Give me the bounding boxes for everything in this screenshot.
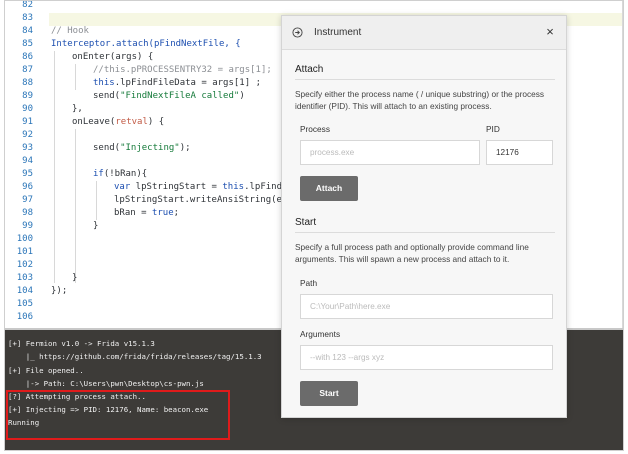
line-number: 87 <box>22 65 33 75</box>
code-line: if(!bRan){ <box>93 169 148 179</box>
line-number: 105 <box>16 299 33 309</box>
code-line: //this.pPROCESSENTRY32 = args[1]; <box>93 65 272 75</box>
code-line: } <box>93 221 99 231</box>
arguments-input[interactable]: --with 123 --args xyz <box>300 345 553 370</box>
line-number: 95 <box>22 169 33 179</box>
section-divider <box>295 79 555 80</box>
line-number: 99 <box>22 221 33 231</box>
indent-guide <box>96 181 97 220</box>
line-number: 86 <box>22 52 33 62</box>
path-label: Path <box>300 278 318 288</box>
line-number: 93 <box>22 143 33 153</box>
section-divider <box>295 232 555 233</box>
arrow-circle-icon <box>292 27 303 38</box>
close-icon[interactable]: × <box>542 24 558 40</box>
indent-guide <box>75 129 76 283</box>
line-number: 83 <box>22 13 33 23</box>
process-label: Process <box>300 124 330 134</box>
line-number: 88 <box>22 78 33 88</box>
app-frame: 82 83 84 85 86 87 88 89 90 91 92 93 94 9… <box>4 0 624 451</box>
start-button[interactable]: Start <box>300 381 358 406</box>
line-number: 84 <box>22 26 33 36</box>
code-line: send("Injecting"); <box>93 143 191 153</box>
code-line: } <box>72 273 78 283</box>
line-number: 90 <box>22 104 33 114</box>
attach-button[interactable]: Attach <box>300 176 358 201</box>
dialog-header: Instrument × <box>282 16 566 50</box>
code-line: var lpStringStart = this.lpFindF <box>114 182 288 192</box>
code-line: }); <box>51 286 68 296</box>
line-number: 97 <box>22 195 33 205</box>
line-number: 102 <box>16 260 33 270</box>
start-heading: Start <box>295 217 317 228</box>
code-line: // Hook <box>51 26 89 36</box>
start-description: Specify a full process path and optional… <box>295 242 529 264</box>
line-number: 103 <box>16 273 33 283</box>
console-line: [+] File opened.. <box>8 366 84 375</box>
line-number: 82 <box>22 1 33 10</box>
attach-heading: Attach <box>295 64 324 75</box>
pid-label: PID <box>486 124 500 134</box>
attach-description: Specify either the process name ( / uniq… <box>295 89 545 111</box>
console-line: |_ https://github.com/frida/frida/releas… <box>8 352 262 361</box>
line-number: 104 <box>16 286 33 296</box>
line-number: 96 <box>22 182 33 192</box>
code-line: Interceptor.attach(pFindNextFile, { <box>51 39 241 49</box>
line-number: 101 <box>16 247 33 257</box>
line-number: 106 <box>16 312 33 322</box>
code-line: lpStringStart.writeAnsiString(ex <box>114 195 288 205</box>
line-number: 92 <box>22 130 33 140</box>
code-line: this.lpFindFileData = args[1] ; <box>93 78 261 88</box>
code-line: bRan = true; <box>114 208 180 218</box>
console-line: [+] Fermion v1.0 -> Frida v15.1.3 <box>8 339 155 348</box>
indent-guide <box>75 64 76 90</box>
console-line: |-> Path: C:\Users\pwn\Desktop\cs-pwn.js <box>8 379 204 388</box>
line-number: 85 <box>22 39 33 49</box>
instrument-dialog: Instrument × Attach Specify either the p… <box>281 15 567 418</box>
line-number: 91 <box>22 117 33 127</box>
pid-input[interactable]: 12176 <box>486 140 553 165</box>
line-number: 98 <box>22 208 33 218</box>
code-line: onLeave(retval) { <box>72 117 165 127</box>
code-line: send("FindNextFileA called") <box>93 91 245 101</box>
path-input[interactable]: C:\Your\Path\here.exe <box>300 294 553 319</box>
line-number: 94 <box>22 156 33 166</box>
arguments-label: Arguments <box>300 329 341 339</box>
editor-right-border <box>622 1 623 330</box>
line-number: 89 <box>22 91 33 101</box>
code-line: onEnter(args) { <box>72 52 154 62</box>
indent-guide <box>54 51 55 283</box>
highlight-box <box>6 390 230 440</box>
code-line: }, <box>72 104 83 114</box>
dialog-title: Instrument <box>314 27 362 38</box>
line-number: 100 <box>16 234 33 244</box>
process-input[interactable]: process.exe <box>300 140 480 165</box>
